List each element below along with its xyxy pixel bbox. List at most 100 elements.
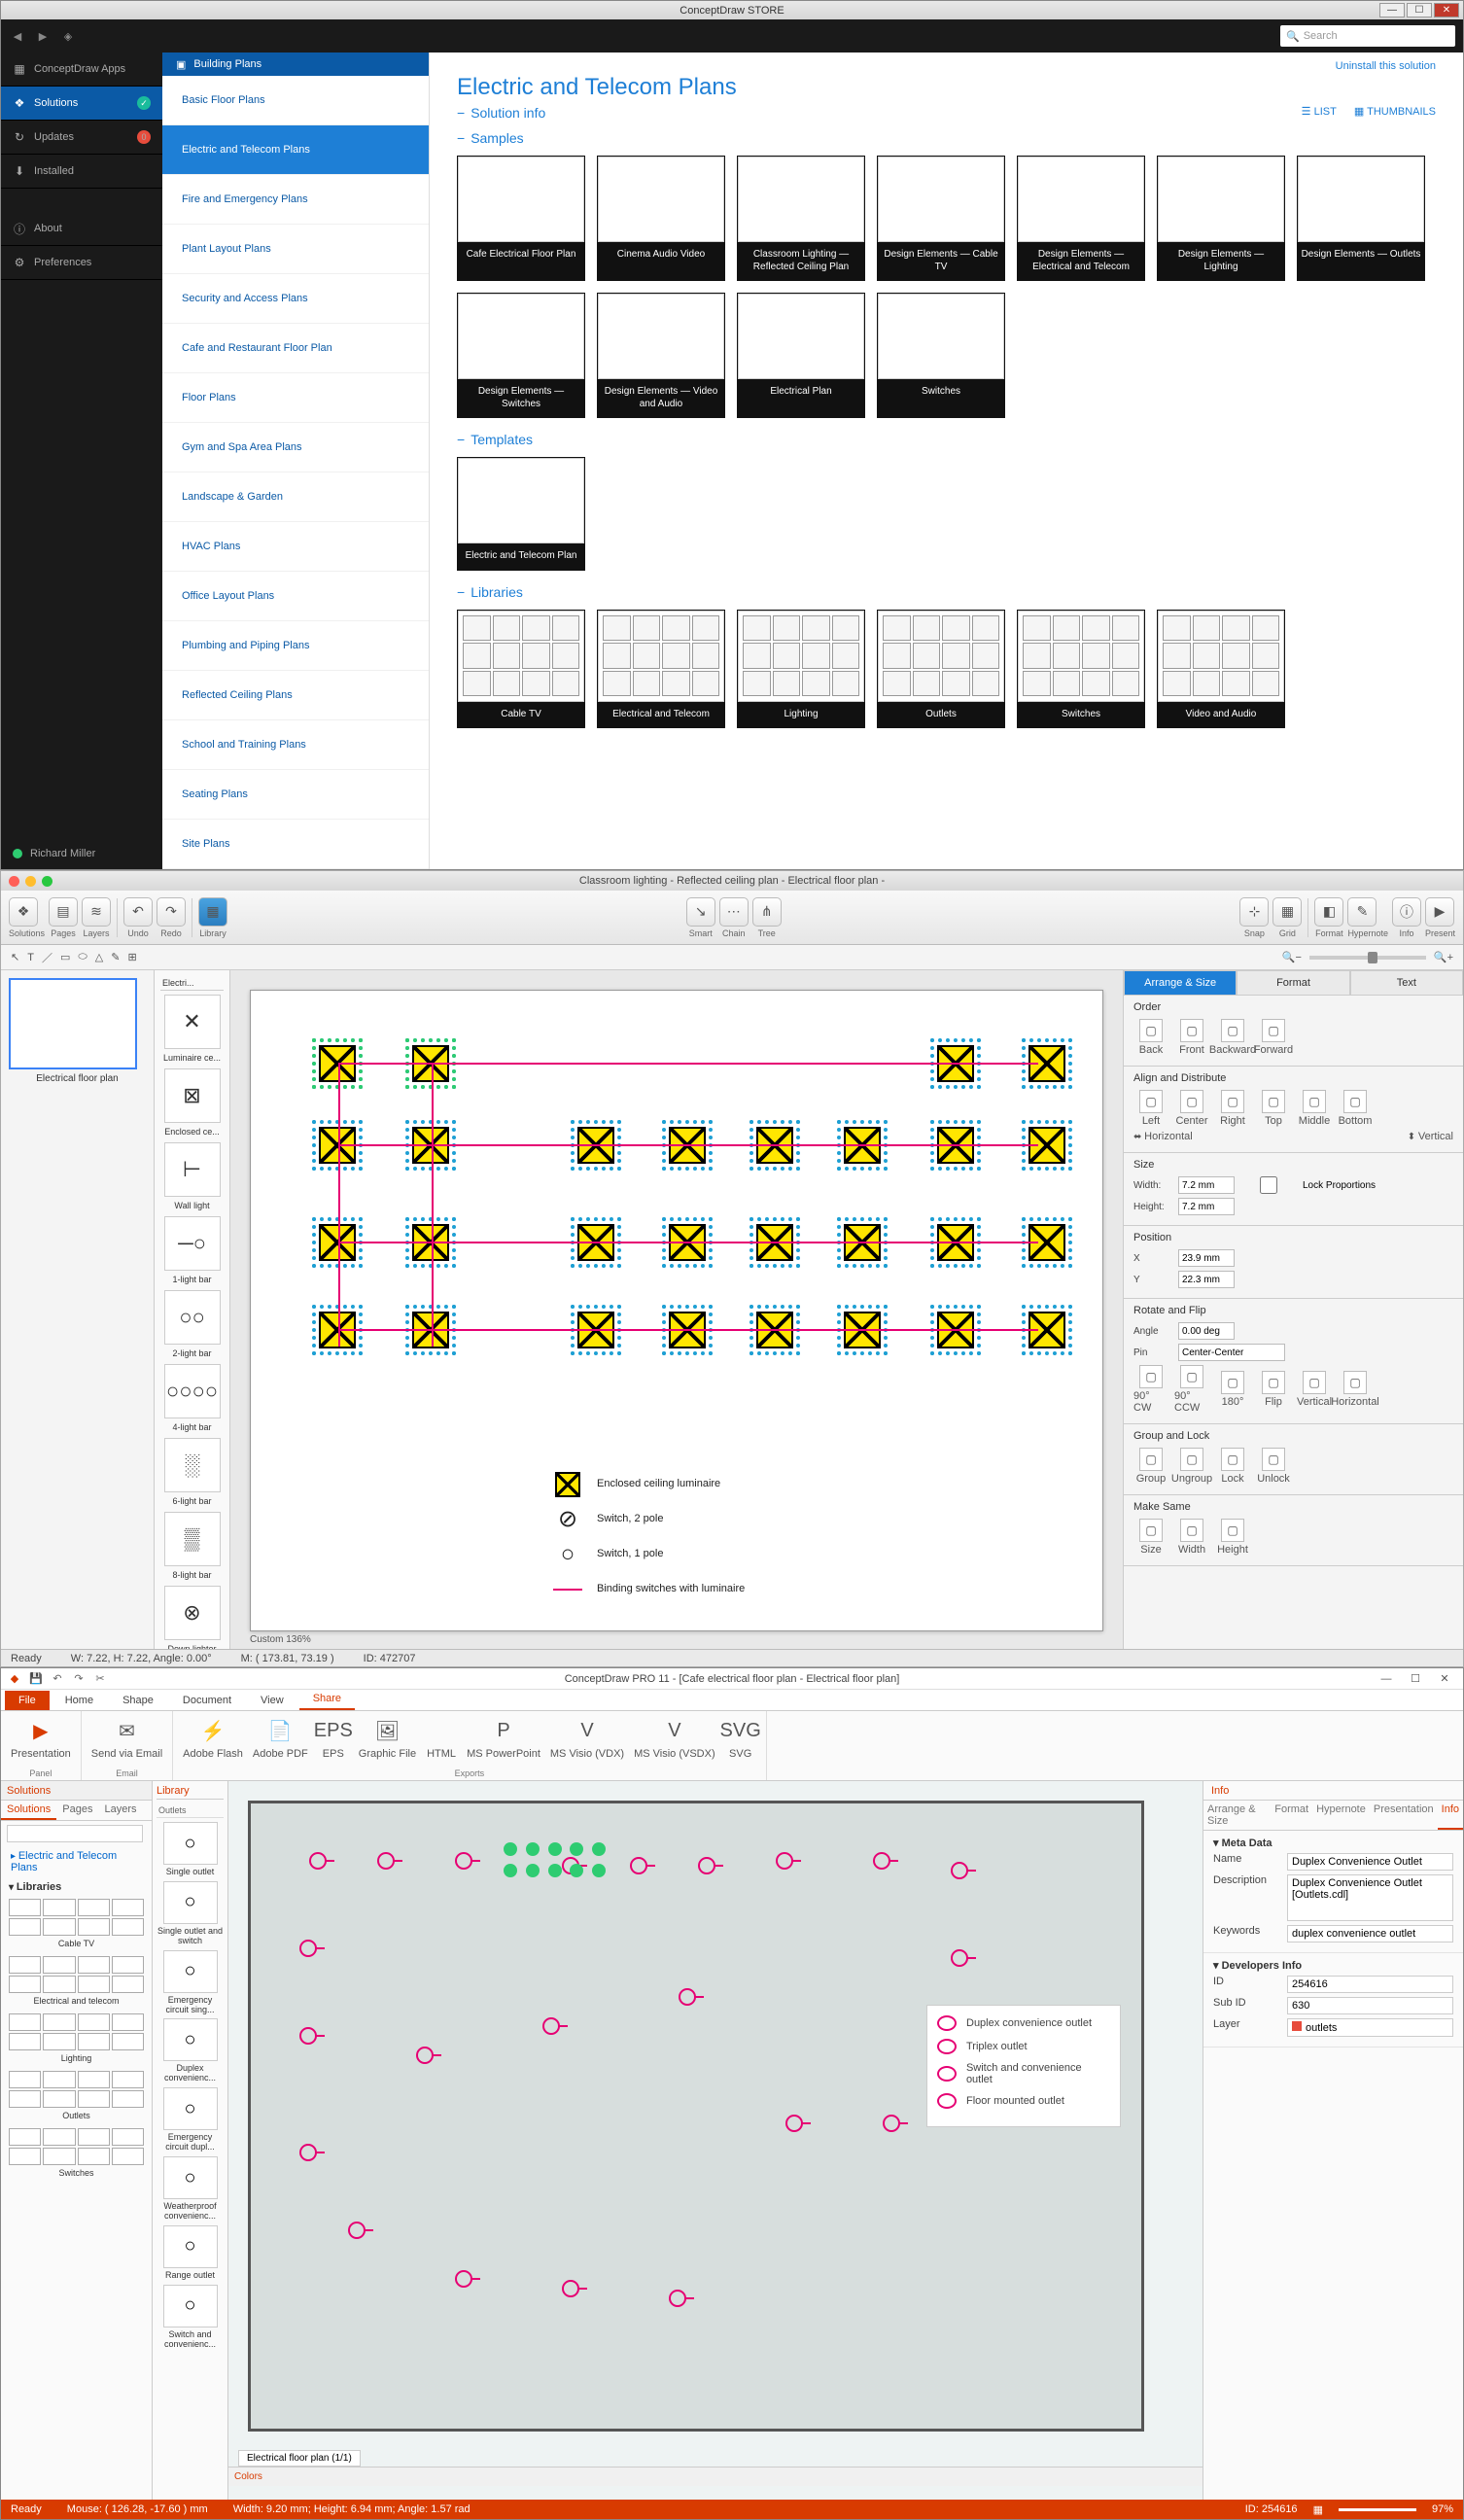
cat-item[interactable]: Plant Layout Plans (162, 225, 429, 274)
sol-tab[interactable]: Solutions (1, 1801, 56, 1820)
tab-format[interactable]: Format (1237, 970, 1349, 996)
lib-shape[interactable]: ○ (163, 2087, 218, 2130)
rp-action[interactable]: ▢Left (1133, 1090, 1168, 1127)
shape-item[interactable]: ⊗ (164, 1586, 221, 1640)
zoom-in-icon[interactable]: 🔍+ (1434, 951, 1453, 963)
shape-item[interactable]: ─○ (164, 1216, 221, 1271)
cat-item[interactable]: Plumbing and Piping Plans (162, 621, 429, 671)
rp-action[interactable]: ▢Size (1133, 1519, 1168, 1556)
outlet[interactable] (698, 1857, 715, 1874)
ribbon-tab[interactable]: Document (169, 1691, 245, 1710)
export-btn[interactable]: VMS Visio (VDX) (550, 1715, 624, 1760)
rp-action[interactable]: ▢Width (1174, 1519, 1209, 1556)
close-btn[interactable]: ✕ (1432, 1671, 1457, 1687)
outlet[interactable] (455, 2270, 472, 2288)
rp-action[interactable]: ▢Horizontal (1338, 1371, 1373, 1408)
section-solution-info[interactable]: Solution info (457, 105, 1302, 121)
chain-btn[interactable]: ⋯ (719, 897, 749, 927)
hyper-btn[interactable]: ✎ (1347, 897, 1377, 927)
nav-back-icon[interactable]: ◀ (9, 27, 26, 45)
section-libraries[interactable]: Libraries (457, 584, 1436, 600)
content-card[interactable]: Design Elements — Electrical and Telecom (1017, 156, 1145, 281)
drawing-sheet[interactable]: Enclosed ceiling luminaire ⊘Switch, 2 po… (250, 990, 1103, 1631)
search-box[interactable]: 🔍 Search (1280, 25, 1455, 47)
rp-action[interactable]: ▢Unlock (1256, 1448, 1291, 1485)
rp-action[interactable]: ▢Top (1256, 1090, 1291, 1127)
export-btn[interactable]: PMS PowerPoint (467, 1715, 540, 1760)
solutions-btn[interactable]: ❖ (9, 897, 38, 927)
outlet[interactable] (776, 1852, 793, 1870)
rp-action[interactable]: ▢Right (1215, 1090, 1250, 1127)
rp-action[interactable]: ▢Ungroup (1174, 1448, 1209, 1485)
redo-icon[interactable]: ↷ (71, 1671, 87, 1687)
tab-arrange[interactable]: Arrange & Size (1124, 970, 1237, 996)
sol-lib[interactable]: Electrical and telecom (1, 1954, 152, 2012)
shape-item[interactable]: ⊢ (164, 1142, 221, 1197)
content-card[interactable]: Electric and Telecom Plan (457, 457, 585, 571)
rp-action[interactable]: ▢Backward (1215, 1019, 1250, 1056)
rp-action[interactable]: ▢Middle (1297, 1090, 1332, 1127)
info-tab[interactable]: Hypernote (1312, 1801, 1370, 1830)
lib-shape[interactable]: ○ (163, 2285, 218, 2328)
width-input[interactable] (1178, 1176, 1235, 1194)
info-keywords[interactable]: duplex convenience outlet (1287, 1925, 1453, 1942)
shape-item[interactable]: ○○○○ (164, 1364, 221, 1418)
rp-action[interactable]: ▢Group (1133, 1448, 1168, 1485)
rp-action[interactable]: ▢Vertical (1297, 1371, 1332, 1408)
nav-conceptdraw-apps[interactable]: ▦ConceptDraw Apps (1, 52, 162, 87)
pointer-icon[interactable]: ↖ (11, 951, 19, 963)
cat-item[interactable]: Fire and Emergency Plans (162, 175, 429, 225)
shape-item[interactable]: ⊠ (164, 1068, 221, 1123)
undo-icon[interactable]: ↶ (50, 1671, 65, 1687)
cat-item[interactable]: Floor Plans (162, 373, 429, 423)
outlet[interactable] (630, 1857, 647, 1874)
uninstall-link[interactable]: Uninstall this solution (1336, 60, 1436, 72)
x-input[interactable] (1178, 1249, 1235, 1267)
section-templates[interactable]: Templates (457, 432, 1436, 447)
section-samples[interactable]: Samples (457, 130, 1436, 146)
layers-btn[interactable]: ≋ (82, 897, 111, 927)
cat-item[interactable]: Reflected Ceiling Plans (162, 671, 429, 720)
info-tab[interactable]: Presentation (1370, 1801, 1438, 1830)
page-tab[interactable]: Electrical floor plan (1/1) (238, 2450, 361, 2467)
nav-preferences[interactable]: ⚙Preferences (1, 246, 162, 280)
snap-btn[interactable]: ⊹ (1239, 897, 1269, 927)
content-card[interactable]: Switches (877, 293, 1005, 418)
info-name[interactable]: Duplex Convenience Outlet (1287, 1853, 1453, 1871)
info-layer[interactable]: outlets (1287, 2018, 1453, 2037)
sol-search[interactable] (7, 1825, 143, 1842)
sol-lib[interactable]: Cable TV (1, 1897, 152, 1954)
view-list[interactable]: ☰ LIST (1302, 105, 1337, 118)
outlet[interactable] (455, 1852, 472, 1870)
line-icon[interactable]: ／ (42, 950, 52, 965)
ribbon-tab[interactable]: Shape (109, 1691, 167, 1710)
rp-action[interactable]: ▢Center (1174, 1090, 1209, 1127)
cat-item[interactable]: Basic Floor Plans (162, 76, 429, 125)
content-card[interactable]: Design Elements — Cable TV (877, 156, 1005, 281)
cat-item[interactable]: Site Plans (162, 820, 429, 869)
content-card[interactable]: Switches (1017, 610, 1145, 729)
y-input[interactable] (1178, 1271, 1235, 1288)
outlet[interactable] (309, 1852, 327, 1870)
outlet[interactable] (299, 1940, 317, 1957)
lib-shape[interactable]: ○ (163, 1822, 218, 1865)
export-btn[interactable]: SVGSVG (725, 1715, 756, 1760)
export-btn[interactable]: HTML (426, 1715, 457, 1760)
ribbon-tab[interactable]: File (5, 1691, 50, 1710)
scissors-icon[interactable]: ✂ (92, 1671, 108, 1687)
shape-item[interactable]: ○○ (164, 1290, 221, 1345)
cat-item[interactable]: Electric and Telecom Plans (162, 125, 429, 175)
info-btn[interactable]: ⓘ (1392, 897, 1421, 927)
save-icon[interactable]: 💾 (28, 1671, 44, 1687)
rp-action[interactable]: ▢Bottom (1338, 1090, 1373, 1127)
sol-link[interactable]: ▸ Electric and Telecom Plans (1, 1846, 152, 1877)
content-card[interactable]: Design Elements — Outlets (1297, 156, 1425, 281)
rp-action[interactable]: ▢180° (1215, 1371, 1250, 1408)
outlet[interactable] (873, 1852, 890, 1870)
outlet[interactable] (416, 2047, 434, 2064)
rp-action[interactable]: ▢90° CW (1133, 1365, 1168, 1414)
outlet[interactable] (377, 1852, 395, 1870)
nav-installed[interactable]: ⬇Installed (1, 155, 162, 189)
pages-btn[interactable]: ▤ (49, 897, 78, 927)
cat-item[interactable]: HVAC Plans (162, 522, 429, 572)
